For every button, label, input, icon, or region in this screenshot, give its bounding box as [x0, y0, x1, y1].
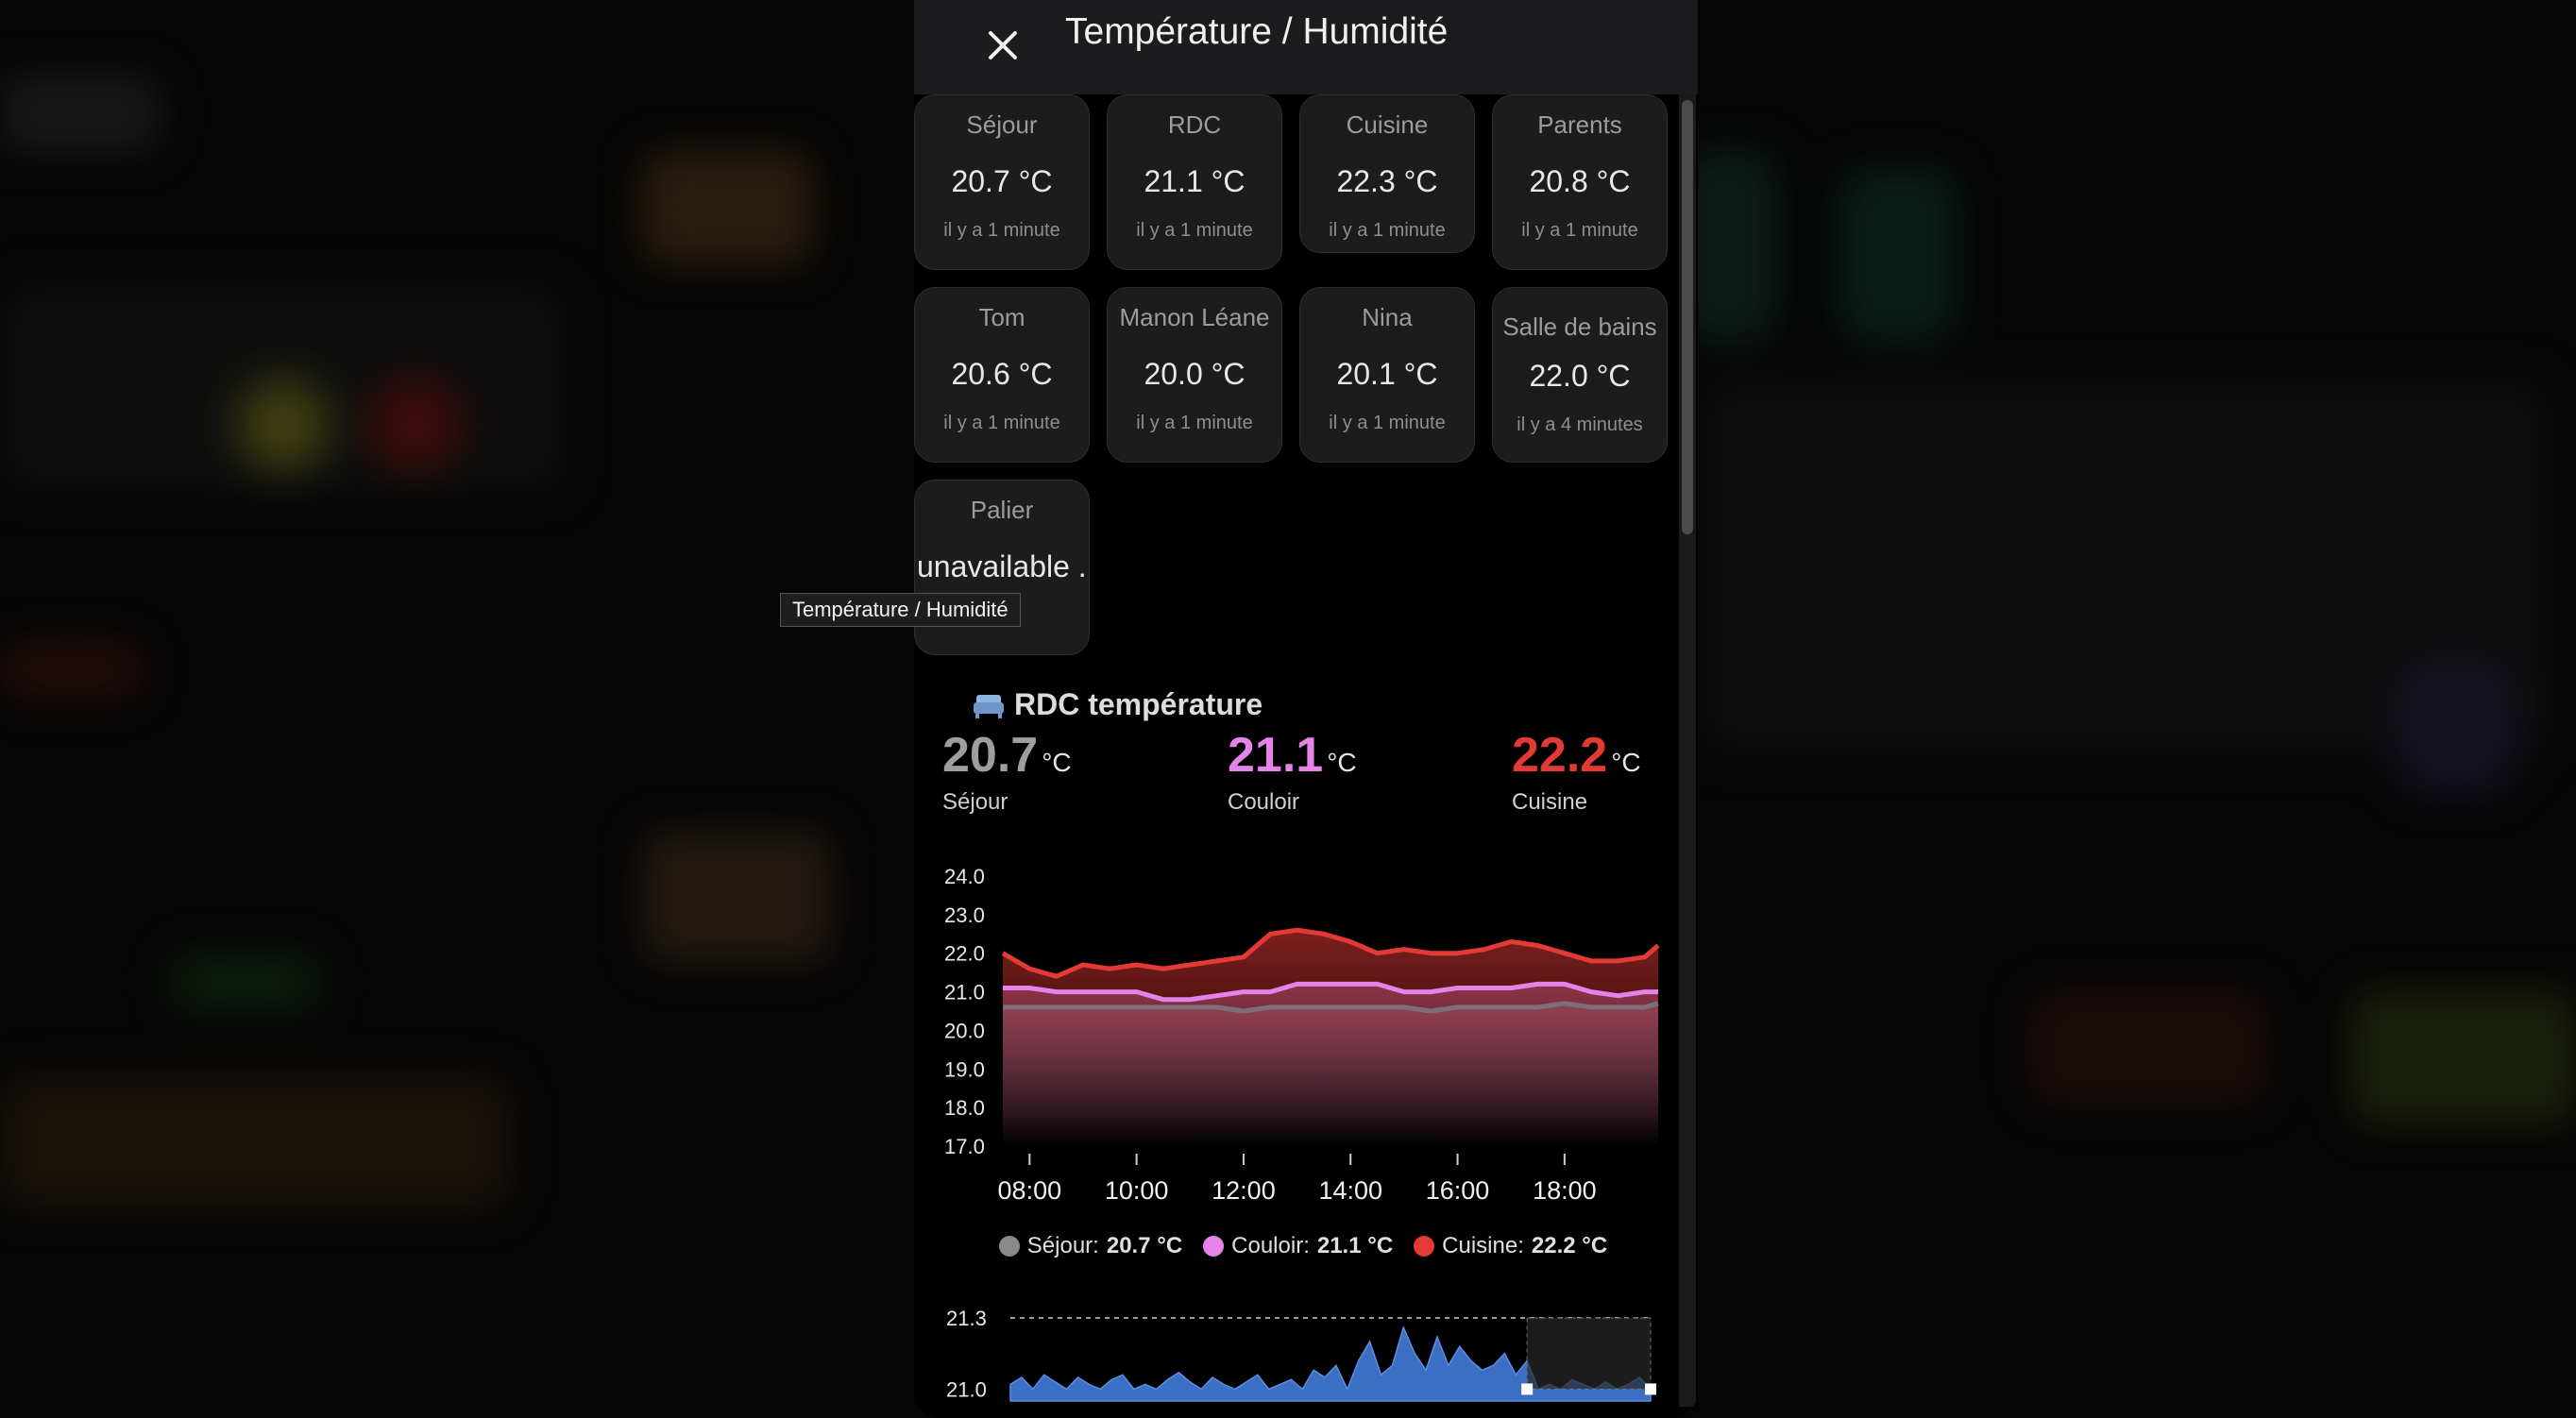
- sensor-tile[interactable]: Tom 20.6 °C il y a 1 minute: [914, 287, 1090, 463]
- legend-value: 22.2 °C: [1531, 1233, 1608, 1258]
- tile-value: 22.3 °C: [1336, 164, 1438, 198]
- legend-label: Cuisine:: [1442, 1233, 1524, 1258]
- tile-last-changed: il y a 1 minute: [1136, 413, 1253, 433]
- sensor-value-sejour: 20.7 °C: [942, 727, 1072, 784]
- legend-dot: [1203, 1236, 1225, 1257]
- tooltip: Température / Humidité: [780, 593, 1021, 627]
- legend-value: 21.1 °C: [1316, 1233, 1394, 1258]
- x-tick-label: 14:00: [1318, 1176, 1382, 1205]
- legend-dot: [1414, 1236, 1435, 1257]
- tile-value: 20.7 °C: [951, 164, 1053, 198]
- legend-label: Couloir:: [1231, 1233, 1310, 1258]
- tile-value: 20.8 °C: [1529, 164, 1631, 198]
- y-tick-label: 24.0: [944, 865, 985, 888]
- tile-last-changed: il y a 1 minute: [943, 220, 1060, 241]
- card-title: RDC température: [973, 687, 1263, 722]
- tile-value: 20.6 °C: [951, 357, 1053, 391]
- sensor-tile[interactable]: Parents 20.8 °C il y a 1 minute: [1492, 94, 1668, 270]
- sensor-tile[interactable]: Salle de bains 22.0 °C il y a 4 minutes: [1492, 287, 1668, 463]
- tile-name: Nina: [1362, 303, 1413, 331]
- sensor-tile[interactable]: Palier unavailable ...: [914, 480, 1090, 655]
- tile-last-changed: il y a 1 minute: [1521, 220, 1638, 241]
- x-tick-label: 16:00: [1426, 1176, 1490, 1205]
- chart-legend: Séjour: 20.7 °C Couloir: 21.1 °C Cuisine…: [973, 1233, 1634, 1259]
- sensor-value-text: 20.7: [942, 728, 1039, 783]
- tile-last-changed: il y a 1 minute: [1329, 413, 1446, 433]
- tile-last-changed: il y a 1 minute: [1136, 220, 1253, 241]
- tile-name: Palier: [970, 496, 1034, 524]
- close-button[interactable]: [971, 13, 1035, 77]
- brush-selection[interactable]: [1526, 1317, 1652, 1390]
- y-tick-label: 21.0: [946, 1377, 987, 1401]
- legend-item-cuisine[interactable]: Cuisine: 22.2 °C: [1414, 1233, 1607, 1259]
- unit-label: °C: [1611, 748, 1641, 777]
- x-tick-label: 12:00: [1212, 1176, 1276, 1205]
- sensor-tile[interactable]: Manon Léane 20.0 °C il y a 1 minute: [1107, 287, 1282, 463]
- dialog-title: Température / Humidité: [1065, 11, 1449, 52]
- y-tick-label: 19.0: [944, 1057, 985, 1081]
- brush-handle[interactable]: [1645, 1383, 1656, 1395]
- card-title-text: RDC température: [1014, 687, 1263, 721]
- tile-value: 22.0 °C: [1529, 359, 1631, 393]
- sensor-tile[interactable]: Nina 20.1 °C il y a 1 minute: [1299, 287, 1475, 463]
- sofa-icon: [974, 694, 1004, 718]
- y-tick-label: 17.0: [944, 1135, 985, 1158]
- dialog-header: Température / Humidité: [914, 0, 1698, 94]
- x-tick-label: 10:00: [1105, 1176, 1169, 1205]
- legend-value: 20.7 °C: [1106, 1233, 1183, 1258]
- y-tick-label: 21.3: [946, 1307, 987, 1330]
- legend-dot: [998, 1236, 1020, 1257]
- x-tick-label: 18:00: [1533, 1176, 1597, 1205]
- x-tick-label: 08:00: [998, 1176, 1062, 1205]
- scrollbar[interactable]: [1679, 94, 1696, 1407]
- close-icon: [989, 31, 1017, 59]
- legend-item-sejour[interactable]: Séjour: 20.7 °C: [998, 1233, 1183, 1259]
- unit-label: °C: [1042, 748, 1072, 777]
- series-area: [1003, 930, 1658, 1146]
- tile-name: Salle de bains: [1502, 312, 1657, 341]
- y-tick-label: 23.0: [944, 903, 985, 927]
- tile-name: Cuisine: [1346, 110, 1429, 139]
- brush-handle[interactable]: [1521, 1383, 1534, 1395]
- y-tick-label: 22.0: [944, 942, 985, 966]
- tile-name: Manon Léane: [1119, 303, 1270, 331]
- tile-name: RDC: [1167, 110, 1222, 139]
- y-tick-label: 20.0: [944, 1019, 985, 1042]
- sensor-value-text: 21.1: [1228, 728, 1324, 783]
- tile-value: unavailable ...: [917, 549, 1090, 583]
- sensor-label-sejour: Séjour: [942, 789, 1008, 815]
- y-tick-label: 18.0: [944, 1096, 985, 1120]
- legend-label: Séjour:: [1026, 1233, 1099, 1258]
- tile-value: 20.1 °C: [1336, 357, 1438, 391]
- sensor-tile[interactable]: Cuisine 22.3 °C il y a 1 minute: [1299, 94, 1475, 253]
- brush-chart[interactable]: 21.3 21.0: [935, 1295, 1671, 1418]
- sensor-label-couloir: Couloir: [1228, 789, 1300, 815]
- sensor-label-cuisine: Cuisine: [1512, 789, 1588, 815]
- tile-value: 21.1 °C: [1144, 164, 1246, 198]
- temperature-chart[interactable]: 24.0 23.0 22.0 21.0 20.0 19.0 18.0 17.0 08:00 10:…: [935, 850, 1671, 1218]
- tile-last-changed: il y a 4 minutes: [1517, 414, 1643, 435]
- tile-last-changed: il y a 1 minute: [943, 413, 1060, 433]
- tile-name: Tom: [978, 303, 1025, 331]
- tile-name: Séjour: [966, 110, 1038, 139]
- sensor-tile[interactable]: Séjour 20.7 °C il y a 1 minute: [914, 94, 1090, 270]
- tile-name: Parents: [1537, 110, 1622, 139]
- unit-label: °C: [1327, 748, 1357, 777]
- y-tick-label: 21.0: [944, 981, 985, 1004]
- tile-value: 20.0 °C: [1144, 357, 1246, 391]
- tile-last-changed: il y a 1 minute: [1329, 220, 1446, 241]
- sensor-value-couloir: 21.1 °C: [1228, 727, 1357, 784]
- sensor-tile[interactable]: RDC 21.1 °C il y a 1 minute: [1107, 94, 1282, 270]
- scrollbar-thumb[interactable]: [1682, 100, 1693, 534]
- sensor-value-cuisine: 22.2 °C: [1512, 727, 1641, 784]
- legend-item-couloir[interactable]: Couloir: 21.1 °C: [1203, 1233, 1393, 1259]
- sensor-value-text: 22.2: [1512, 728, 1608, 783]
